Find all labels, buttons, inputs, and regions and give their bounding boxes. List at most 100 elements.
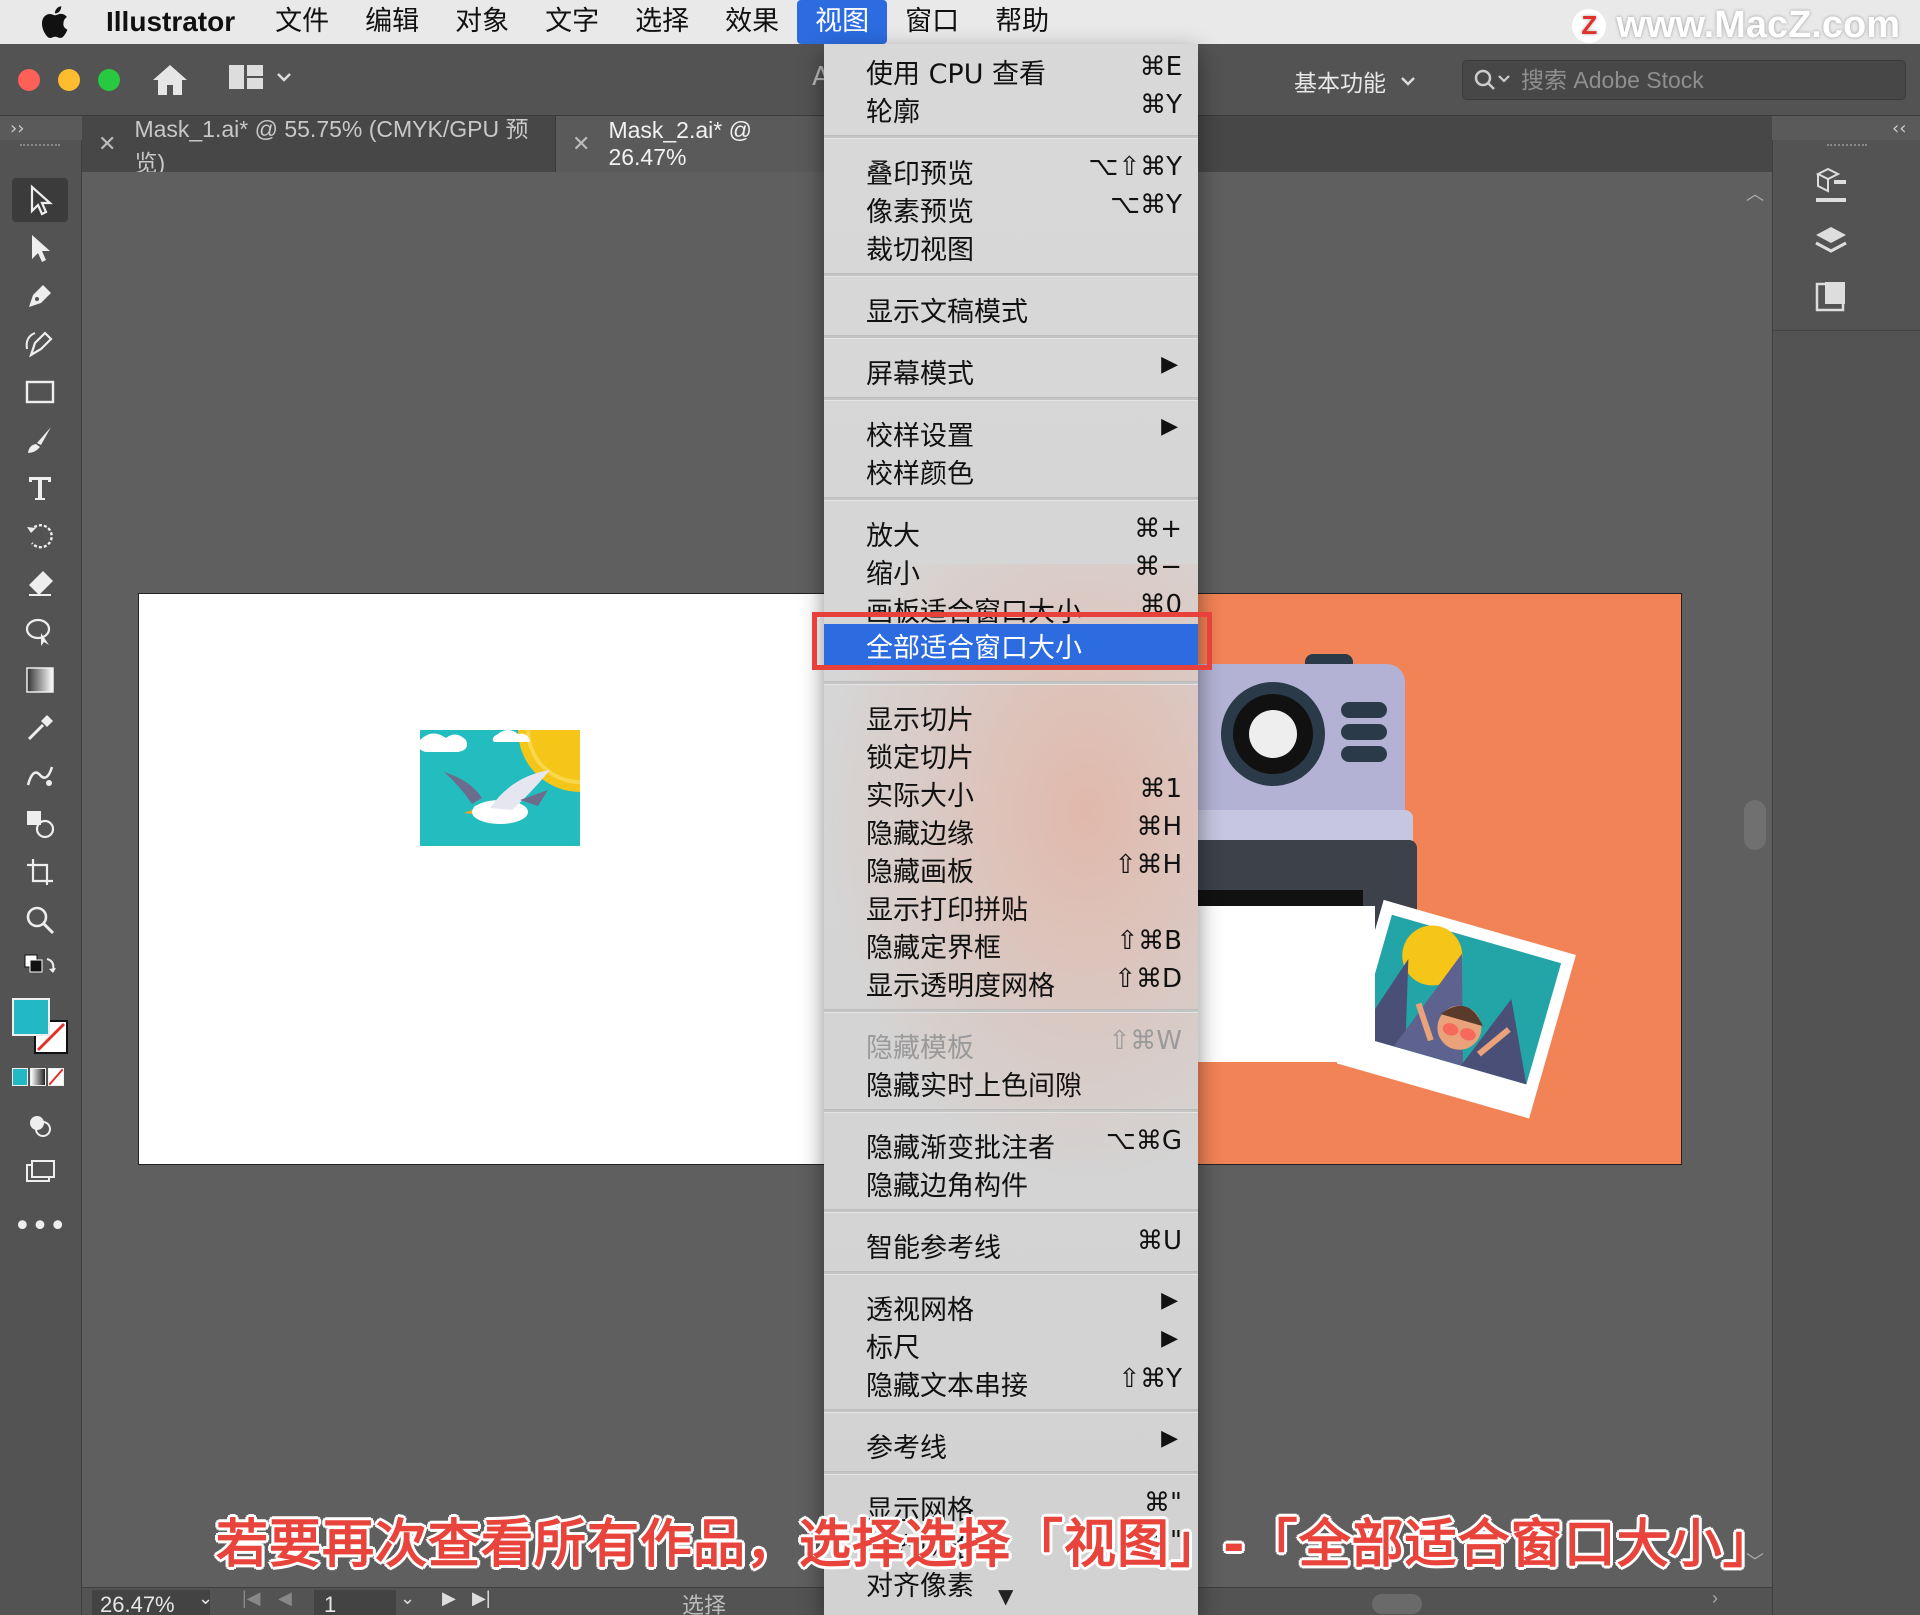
view-menu-item[interactable]: 显示切片 xyxy=(824,696,1198,736)
curvature-tool[interactable] xyxy=(12,322,68,366)
collapse-panels-right-icon[interactable]: ‹‹ xyxy=(1892,118,1906,139)
menu-edit[interactable]: 编辑 xyxy=(347,0,437,44)
view-menu-item[interactable]: 隐藏边角构件 xyxy=(824,1162,1198,1202)
view-menu-item[interactable]: 显示文稿模式 xyxy=(824,288,1198,328)
view-menu-item[interactable]: 显示打印拼贴 xyxy=(824,886,1198,926)
paintbrush-tool[interactable] xyxy=(12,418,68,462)
view-menu-item[interactable]: 实际大小 ⌘1 xyxy=(824,772,1198,812)
horizontal-scrollbar-thumb[interactable] xyxy=(1372,1594,1422,1614)
view-menu-item[interactable]: 使用 CPU 查看 ⌘E xyxy=(824,50,1198,90)
panel-grip[interactable] xyxy=(1827,144,1867,146)
first-artboard-icon[interactable]: |◀ xyxy=(242,1588,261,1609)
document-tab-mask-2[interactable]: ✕ Mask_2.ai* @ 26.47% xyxy=(556,116,826,172)
view-menu-item[interactable]: 隐藏边缘 ⌘H xyxy=(824,810,1198,850)
view-menu-item[interactable]: 屏幕模式 ▶ xyxy=(824,350,1198,390)
home-icon[interactable] xyxy=(150,62,190,102)
menu-help[interactable]: 帮助 xyxy=(977,0,1067,44)
swap-colors-button[interactable] xyxy=(12,946,68,990)
view-menu-item[interactable]: 隐藏画板 ⇧⌘H xyxy=(824,848,1198,888)
rectangle-tool[interactable] xyxy=(12,370,68,414)
menu-select[interactable]: 选择 xyxy=(617,0,707,44)
next-artboard-icon[interactable]: ▶ xyxy=(442,1588,456,1609)
menu-scroll-down-icon[interactable]: ▼ xyxy=(998,1584,1013,1608)
screen-mode-button[interactable] xyxy=(12,1152,68,1196)
view-menu-item[interactable]: 隐藏文本串接 ⇧⌘Y xyxy=(824,1362,1198,1402)
minimize-window-button[interactable] xyxy=(58,69,80,91)
view-menu-item[interactable]: 叠印预览 ⌥⇧⌘Y xyxy=(824,150,1198,190)
properties-panel-button[interactable] xyxy=(1807,162,1855,210)
layers-panel-button[interactable] xyxy=(1807,218,1855,266)
arrange-documents-button[interactable] xyxy=(228,64,292,90)
scroll-up-icon[interactable]: ︿ xyxy=(1746,180,1764,206)
view-menu-item[interactable]: 隐藏定界框 ⇧⌘B xyxy=(824,924,1198,964)
chevron-down-icon[interactable]: ⌄ xyxy=(400,1588,415,1609)
view-menu-item[interactable]: 校样设置 ▶ xyxy=(824,412,1198,452)
fill-swatch[interactable] xyxy=(12,998,50,1036)
view-menu-item[interactable]: 放大 ⌘+ xyxy=(824,512,1198,552)
view-menu-item[interactable]: 显示透明度网格 ⇧⌘D xyxy=(824,962,1198,1002)
draw-mode-button[interactable] xyxy=(12,1104,68,1148)
rotate-tool[interactable] xyxy=(12,514,68,558)
app-name-menu[interactable]: Illustrator xyxy=(106,6,235,38)
stock-search-input[interactable] xyxy=(1521,66,1881,94)
view-menu-item[interactable]: 校样颜色 xyxy=(824,450,1198,490)
instant-camera-illustration[interactable] xyxy=(1155,594,1682,1165)
gradient-tool[interactable] xyxy=(12,658,68,702)
view-menu-item[interactable]: 缩小 ⌘− xyxy=(824,550,1198,590)
menu-object[interactable]: 对象 xyxy=(437,0,527,44)
current-tool-status[interactable]: 选择 xyxy=(682,1588,726,1615)
menu-effect[interactable]: 效果 xyxy=(707,0,797,44)
collapse-panels-left-icon[interactable]: ›› xyxy=(10,118,24,139)
type-tool[interactable] xyxy=(12,466,68,510)
apple-logo-icon[interactable] xyxy=(22,0,86,44)
artboard-tool[interactable] xyxy=(12,850,68,894)
view-menu-item[interactable]: 标尺 ▶ xyxy=(824,1324,1198,1364)
menu-file[interactable]: 文件 xyxy=(257,0,347,44)
none-mode-icon[interactable] xyxy=(48,1068,64,1086)
view-menu-item[interactable]: 裁切视图 xyxy=(824,226,1198,266)
close-window-button[interactable] xyxy=(18,69,40,91)
libraries-panel-button[interactable] xyxy=(1807,272,1855,320)
view-menu-item[interactable]: 智能参考线 ⌘U xyxy=(824,1224,1198,1264)
seagull-illustration[interactable] xyxy=(420,730,580,846)
previous-artboard-icon[interactable]: ◀ xyxy=(278,1588,292,1609)
selection-tool[interactable] xyxy=(12,178,68,222)
view-menu-item[interactable]: 像素预览 ⌥⌘Y xyxy=(824,188,1198,228)
stock-search-box[interactable] xyxy=(1462,60,1906,100)
pen-tool[interactable] xyxy=(12,274,68,318)
chevron-down-icon[interactable]: ⌄ xyxy=(198,1588,213,1609)
document-tab-mask-1[interactable]: ✕ Mask_1.ai* @ 55.75% (CMYK/GPU 预览) xyxy=(82,116,556,176)
view-menu-item[interactable]: 锁定切片 xyxy=(824,734,1198,774)
blend-tool[interactable] xyxy=(12,754,68,798)
vertical-scrollbar[interactable]: ︿ ﹀ xyxy=(1738,172,1772,1587)
zoom-window-button[interactable] xyxy=(98,69,120,91)
shape-builder-tool[interactable] xyxy=(12,802,68,846)
last-artboard-icon[interactable]: ▶| xyxy=(472,1588,491,1609)
view-menu-item[interactable]: 全部适合窗口大小 xyxy=(824,624,1198,666)
scroll-right-icon[interactable]: › xyxy=(1712,1588,1718,1609)
zoom-tool[interactable] xyxy=(12,898,68,942)
view-menu-item[interactable]: 画板适合窗口大小 ⌘0 xyxy=(824,588,1198,628)
zoom-level-field[interactable]: 26.47% xyxy=(92,1590,210,1615)
view-menu-item[interactable]: 轮廓 ⌘Y xyxy=(824,88,1198,128)
menu-type[interactable]: 文字 xyxy=(527,0,617,44)
fill-stroke-swatches[interactable] xyxy=(12,998,72,1058)
color-mode-icon[interactable] xyxy=(12,1068,28,1086)
workspace-switcher[interactable]: 基本功能 xyxy=(1294,64,1416,98)
view-menu-item[interactable]: 参考线 ▶ xyxy=(824,1424,1198,1464)
close-tab-icon[interactable]: ✕ xyxy=(572,131,590,157)
color-mode-buttons[interactable] xyxy=(12,1068,68,1088)
view-menu-item[interactable]: 隐藏渐变批注者 ⌥⌘G xyxy=(824,1124,1198,1164)
edit-toolbar-button[interactable]: ••• xyxy=(12,1204,68,1248)
scrollbar-thumb[interactable] xyxy=(1744,800,1766,850)
gradient-mode-icon[interactable] xyxy=(30,1068,46,1086)
view-menu-item[interactable]: 透视网格 ▶ xyxy=(824,1286,1198,1326)
close-tab-icon[interactable]: ✕ xyxy=(98,131,116,157)
artboard-1[interactable] xyxy=(138,593,838,1165)
menu-window[interactable]: 窗口 xyxy=(887,0,977,44)
eraser-tool[interactable] xyxy=(12,562,68,606)
view-menu-item[interactable]: 隐藏实时上色间隙 xyxy=(824,1062,1198,1102)
artboard-2[interactable] xyxy=(1154,593,1682,1165)
puppet-warp-tool[interactable] xyxy=(12,610,68,654)
eyedropper-tool[interactable] xyxy=(12,706,68,750)
